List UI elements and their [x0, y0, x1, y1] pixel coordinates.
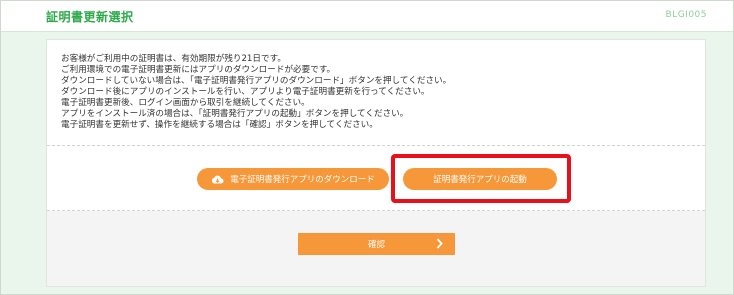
window-frame: 証明書更新選択 BLGI005 お客様がご利用中の証明書は、有効期限が残り21日…	[0, 0, 734, 295]
notice-line: アプリをインストール済の場合は、「証明書発行アプリの起動」ボタンを押してください…	[61, 109, 409, 119]
page-header: 証明書更新選択 BLGI005	[1, 1, 733, 32]
highlight-box	[391, 154, 571, 203]
cloud-download-icon	[211, 175, 224, 184]
chevron-right-icon	[436, 238, 443, 249]
notice-line: ダウンロード後にアプリのインストールを行い、アプリより電子証明書更新を行ってくだ…	[61, 87, 430, 97]
notice-line: ご利用環境での電子証明書更新にはアプリのダウンロードが必要です。	[61, 65, 336, 75]
download-app-button[interactable]: 電子証明書発行アプリのダウンロード	[197, 168, 389, 190]
confirm-area: 確認	[47, 211, 705, 286]
notice-line: お客様がご利用中の証明書は、有効期限が残り21日です。	[61, 54, 286, 64]
confirm-label: 確認	[367, 240, 385, 250]
notice-line: ダウンロードしていない場合は、「電子証明書発行アプリのダウンロード」ボタンを押し…	[61, 76, 452, 86]
notice-line: 電子証明書更新後、ログイン画面から取引を継続してください。	[61, 98, 310, 108]
notice-line: 電子証明書を更新せず、操作を継続する場合は「確認」ボタンを押してください。	[61, 120, 378, 130]
page-title: 証明書更新選択	[46, 10, 134, 24]
content-card: お客様がご利用中の証明書は、有効期限が残り21日です。 ご利用環境での電子証明書…	[46, 39, 706, 287]
notice-text: お客様がご利用中の証明書は、有効期限が残り21日です。 ご利用環境での電子証明書…	[61, 54, 701, 131]
screen-id: BLGI005	[665, 10, 707, 20]
confirm-button[interactable]: 確認	[298, 233, 455, 255]
download-app-label: 電子証明書発行アプリのダウンロード	[230, 175, 375, 185]
section-divider	[47, 145, 705, 146]
